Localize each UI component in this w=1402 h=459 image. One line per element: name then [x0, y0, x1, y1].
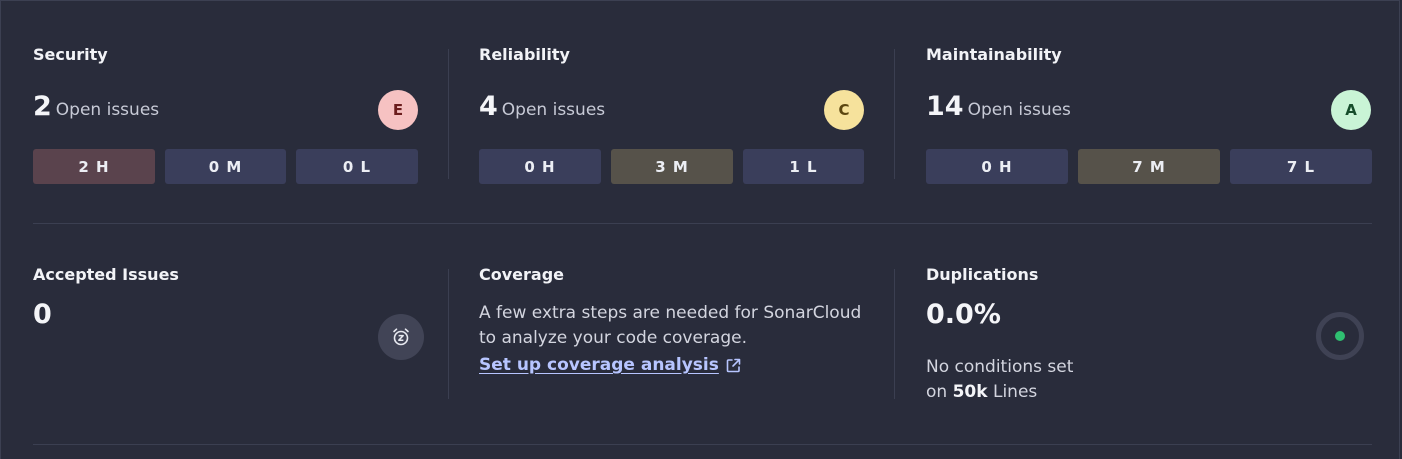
row-divider — [33, 444, 1372, 445]
security-medium-button[interactable]: 0 M — [165, 149, 286, 184]
measures-panel: Security 2 Open issues E 2 H 0 M 0 L Reli… — [0, 0, 1400, 459]
duplications-lines-count: 50k — [952, 382, 988, 402]
divider — [448, 49, 449, 179]
coverage-description: A few extra steps are needed for SonarCl… — [479, 301, 861, 351]
coverage-card: Coverage A few extra steps are needed fo… — [479, 265, 879, 405]
issues-row: Security 2 Open issues E 2 H 0 M 0 L Reli… — [33, 45, 1372, 185]
maintainability-title: Maintainability — [926, 45, 1062, 64]
duplications-status-dot — [1335, 331, 1345, 341]
coverage-description-line1: A few extra steps are needed for SonarCl… — [479, 303, 862, 323]
reliability-count-suffix: Open issues — [501, 100, 606, 120]
divider — [894, 49, 895, 179]
security-title: Security — [33, 45, 108, 64]
snooze-clock-icon — [378, 314, 424, 360]
maintainability-grade-badge: A — [1331, 90, 1371, 130]
duplications-status-icon — [1316, 312, 1364, 360]
security-count-line[interactable]: 2 Open issues — [33, 91, 159, 122]
coverage-description-line2: to analyze your code coverage. — [479, 328, 748, 348]
maintainability-high-button[interactable]: 0 H — [926, 149, 1068, 184]
metrics-row: Accepted Issues 0 Coverage A few extra s… — [33, 265, 1372, 405]
duplications-note-prefix: on — [926, 382, 948, 402]
accepted-issues-title: Accepted Issues — [33, 265, 179, 284]
setup-coverage-link-label: Set up coverage analysis — [479, 355, 719, 375]
reliability-title: Reliability — [479, 45, 570, 64]
reliability-count-line[interactable]: 4 Open issues — [479, 91, 605, 122]
row-divider — [33, 223, 1372, 224]
security-low-button[interactable]: 0 L — [296, 149, 418, 184]
duplications-title: Duplications — [926, 265, 1039, 284]
accepted-issues-count-line[interactable]: 0 — [33, 299, 52, 330]
reliability-low-button[interactable]: 1 L — [743, 149, 864, 184]
setup-coverage-link[interactable]: Set up coverage analysis — [479, 355, 742, 375]
accepted-issues-card: Accepted Issues 0 — [33, 265, 424, 405]
security-high-button[interactable]: 2 H — [33, 149, 155, 184]
external-link-icon — [726, 358, 741, 372]
accepted-issues-count: 0 — [33, 299, 52, 330]
duplications-note-line2: on 50k Lines — [926, 382, 1037, 402]
duplications-note-line1: No conditions set — [926, 357, 1074, 377]
reliability-count: 4 — [479, 91, 498, 122]
reliability-medium-button[interactable]: 3 M — [611, 149, 733, 184]
divider — [448, 269, 449, 399]
duplications-value: 0.0% — [926, 299, 1001, 330]
maintainability-low-button[interactable]: 7 L — [1230, 149, 1372, 184]
maintainability-count-line[interactable]: 14 Open issues — [926, 91, 1071, 122]
maintainability-medium-button[interactable]: 7 M — [1078, 149, 1220, 184]
reliability-grade-badge: C — [824, 90, 864, 130]
duplications-lines-suffix: Lines — [992, 382, 1038, 402]
duplications-value-line[interactable]: 0.0% — [926, 299, 1001, 330]
coverage-title: Coverage — [479, 265, 565, 284]
duplications-card: Duplications 0.0% No conditions set on 5… — [926, 265, 1372, 405]
security-count-suffix: Open issues — [55, 100, 160, 120]
reliability-high-button[interactable]: 0 H — [479, 149, 601, 184]
maintainability-count-suffix: Open issues — [967, 100, 1071, 120]
maintainability-count: 14 — [926, 91, 964, 122]
divider — [894, 269, 895, 399]
security-count: 2 — [33, 91, 52, 122]
security-grade-badge: E — [378, 90, 418, 130]
